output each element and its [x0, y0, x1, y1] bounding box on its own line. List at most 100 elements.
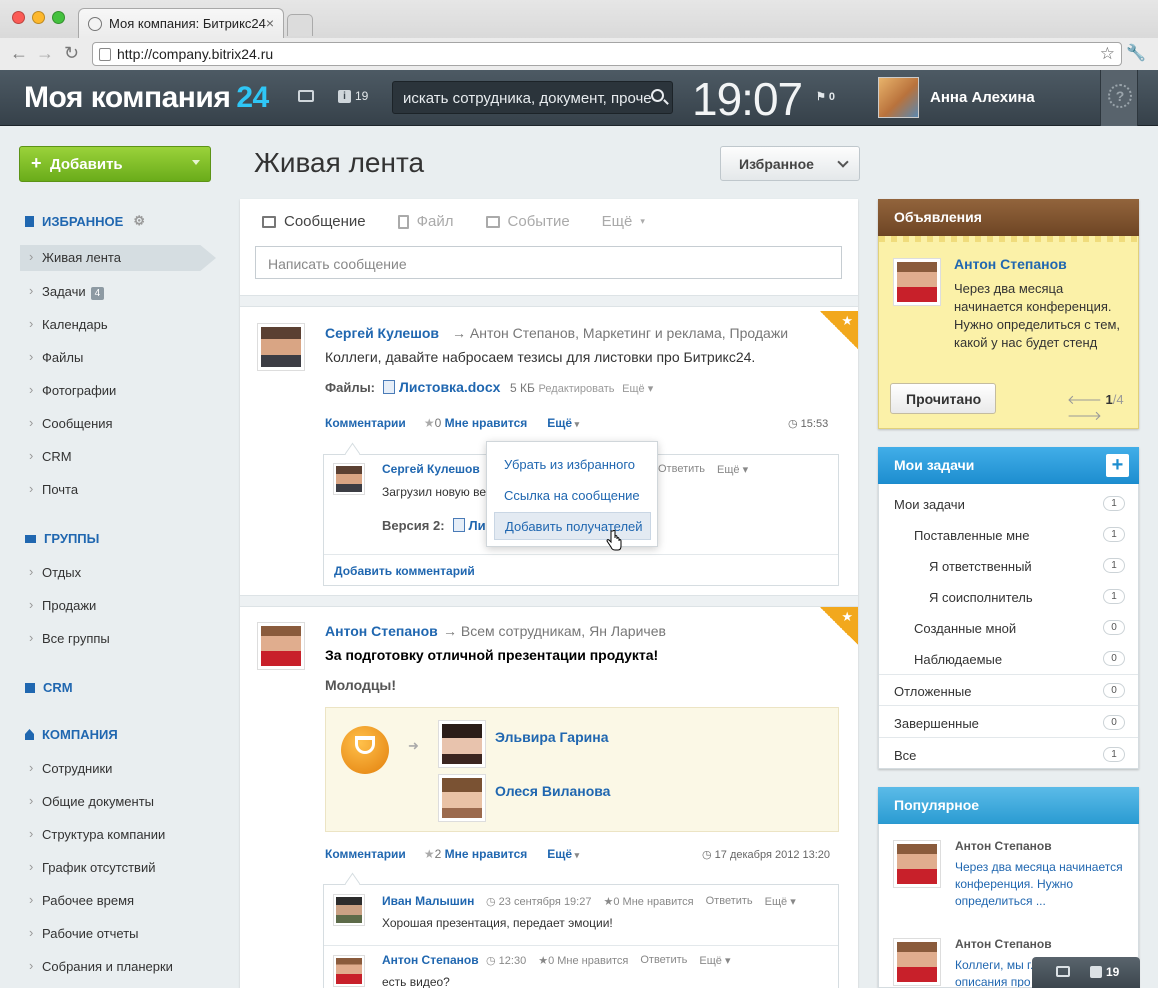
avatar[interactable] — [893, 840, 941, 888]
task-row-coexecutor[interactable]: Я соисполнитель 1 — [879, 580, 1138, 611]
new-tab-button[interactable] — [287, 14, 313, 36]
sidebar-item-mail[interactable]: Почта — [29, 481, 78, 497]
avatar[interactable] — [893, 258, 941, 306]
sidebar-item-messages[interactable]: Сообщения — [29, 415, 113, 431]
messages-icon[interactable] — [298, 90, 314, 102]
chevron-down-icon[interactable] — [192, 160, 200, 165]
company-section-title[interactable]: КОМПАНИЯ — [25, 727, 118, 742]
like-button[interactable]: ★0 Мне нравится — [424, 416, 527, 430]
reply-link[interactable]: Ответить — [706, 895, 753, 908]
like-button[interactable]: ★0 Мне нравится — [603, 895, 693, 908]
comment-more-link[interactable]: Ещё ▾ — [765, 895, 796, 908]
comment-author[interactable]: Иван Малышин — [382, 894, 474, 908]
file-more-link[interactable]: Ещё ▾ — [622, 383, 653, 395]
more-menu-button[interactable]: Ещё — [547, 416, 579, 430]
tab-event[interactable]: Событие — [485, 213, 570, 230]
task-row-assigned[interactable]: Поставленные мне 1 — [879, 518, 1138, 549]
popular-author[interactable]: Антон Степанов — [955, 839, 1052, 853]
sidebar-item-calendar[interactable]: Календарь — [29, 316, 108, 332]
bookmark-star-icon[interactable]: ☆ — [1100, 44, 1115, 64]
sidebar-item-crm[interactable]: CRM — [29, 448, 72, 464]
favorites-section-title[interactable]: ИЗБРАННОЕ ⚙ — [25, 213, 145, 229]
comment-author[interactable]: Антон Степанов — [382, 953, 479, 967]
add-comment-link[interactable]: Добавить комментарий — [334, 564, 475, 578]
avatar[interactable] — [333, 955, 365, 987]
task-row-deferred[interactable]: Отложенные 0 — [879, 674, 1138, 705]
announcement-author[interactable]: Антон Степанов — [954, 256, 1067, 272]
sidebar-item-structure[interactable]: Структура компании — [29, 826, 165, 842]
post-author[interactable]: Антон Степанов — [325, 623, 438, 639]
avatar[interactable] — [257, 622, 305, 670]
company-logo[interactable]: Моя компания 24 — [24, 81, 269, 115]
avatar[interactable] — [333, 463, 365, 495]
sidebar-item-live-feed[interactable]: Живая лента — [20, 245, 216, 271]
maximize-window-button[interactable] — [52, 11, 65, 24]
next-arrow-icon[interactable]: 🡒 — [1067, 408, 1102, 423]
sidebar-item-reports[interactable]: Рабочие отчеты — [29, 925, 139, 941]
prev-arrow-icon[interactable]: 🡐 — [1067, 392, 1102, 407]
close-tab-icon[interactable]: × — [266, 15, 274, 31]
clock[interactable]: 19:07 — [692, 72, 803, 126]
favorite-ribbon[interactable]: ★ — [820, 607, 858, 645]
minimize-window-button[interactable] — [32, 11, 45, 24]
popular-author[interactable]: Антон Степанов — [955, 937, 1052, 951]
like-button[interactable]: ★2 Мне нравится — [424, 847, 527, 861]
tab-file[interactable]: Файл — [397, 213, 454, 230]
sidebar-item-sales[interactable]: Продажи — [29, 597, 96, 613]
sidebar-item-tasks[interactable]: Задачи 4 — [29, 283, 105, 300]
post-author[interactable]: Сергей Кулешов — [325, 325, 439, 341]
tab-more[interactable]: Ещё ▾ — [602, 213, 645, 230]
avatar[interactable] — [257, 323, 305, 371]
reply-link[interactable]: Ответить — [640, 954, 687, 967]
comment-author[interactable]: Сергей Кулешов — [382, 462, 480, 476]
browser-tab[interactable]: Моя компания: Битрикс24 × — [78, 8, 284, 38]
sidebar-item-meetings[interactable]: Собрания и планерки — [29, 958, 173, 974]
close-window-button[interactable] — [12, 11, 25, 24]
compose-message-input[interactable]: Написать сообщение — [255, 246, 842, 279]
avatar[interactable] — [893, 938, 941, 986]
user-name[interactable]: Анна Алехина — [930, 89, 1035, 106]
comment-more-link[interactable]: Ещё ▾ — [717, 463, 748, 476]
task-row-completed[interactable]: Завершенные 0 — [879, 706, 1138, 737]
task-row-all[interactable]: Все 1 — [879, 738, 1138, 769]
reload-icon[interactable]: ↻ — [64, 44, 79, 62]
sidebar-item-employees[interactable]: Сотрудники — [29, 760, 112, 776]
search-icon[interactable] — [651, 89, 664, 102]
file-edit-link[interactable]: Редактировать — [539, 383, 615, 395]
favorite-ribbon[interactable]: ★ — [820, 311, 858, 349]
flag-counter[interactable]: ⚑ 0 — [816, 90, 835, 103]
sidebar-item-documents[interactable]: Общие документы — [29, 793, 154, 809]
sidebar-item-absence[interactable]: График отсутствий — [29, 859, 155, 875]
task-row-responsible[interactable]: Я ответственный 1 — [879, 549, 1138, 580]
notifications-button[interactable]: i 19 — [338, 89, 368, 103]
gratitude-recipient[interactable]: Олеся Виланова — [495, 783, 610, 799]
filter-button[interactable]: Избранное — [720, 146, 860, 181]
menu-item-add-recipients[interactable]: Добавить получателей — [494, 512, 651, 540]
help-button[interactable]: ? — [1100, 70, 1138, 126]
chat-icon[interactable] — [1056, 966, 1070, 977]
reply-link[interactable]: Ответить — [658, 463, 705, 476]
mark-read-button[interactable]: Прочитано — [890, 383, 996, 414]
user-avatar[interactable] — [878, 77, 919, 118]
comments-link[interactable]: Комментарии — [325, 847, 406, 861]
more-menu-button[interactable]: Ещё — [547, 847, 579, 861]
avatar[interactable] — [438, 774, 486, 822]
search-input[interactable]: искать сотрудника, документ, проче — [392, 81, 673, 114]
add-task-button[interactable]: + — [1106, 454, 1129, 477]
add-button[interactable]: + Добавить — [19, 146, 211, 182]
menu-item-post-link[interactable]: Ссылка на сообщение — [494, 482, 651, 510]
gratitude-recipient[interactable]: Эльвира Гарина — [495, 729, 609, 745]
back-icon[interactable]: ← — [10, 44, 28, 62]
task-row-my[interactable]: Мои задачи 1 — [879, 487, 1138, 518]
sidebar-item-files[interactable]: Файлы — [29, 349, 83, 365]
version-file-link[interactable]: Ли — [469, 518, 486, 533]
sidebar-item-worktime[interactable]: Рабочее время — [29, 892, 134, 908]
address-bar[interactable]: http://company.bitrix24.ru ☆ — [92, 42, 1122, 66]
gear-icon[interactable]: ⚙ — [133, 213, 145, 229]
sidebar-item-photos[interactable]: Фотографии — [29, 382, 116, 398]
task-row-watched[interactable]: Наблюдаемые 0 — [879, 642, 1138, 673]
menu-item-remove-favorite[interactable]: Убрать из избранного — [494, 451, 651, 479]
like-button[interactable]: ★0 Мне нравится — [538, 954, 628, 967]
task-row-created[interactable]: Созданные мной 0 — [879, 611, 1138, 642]
forward-icon[interactable]: → — [36, 44, 54, 62]
